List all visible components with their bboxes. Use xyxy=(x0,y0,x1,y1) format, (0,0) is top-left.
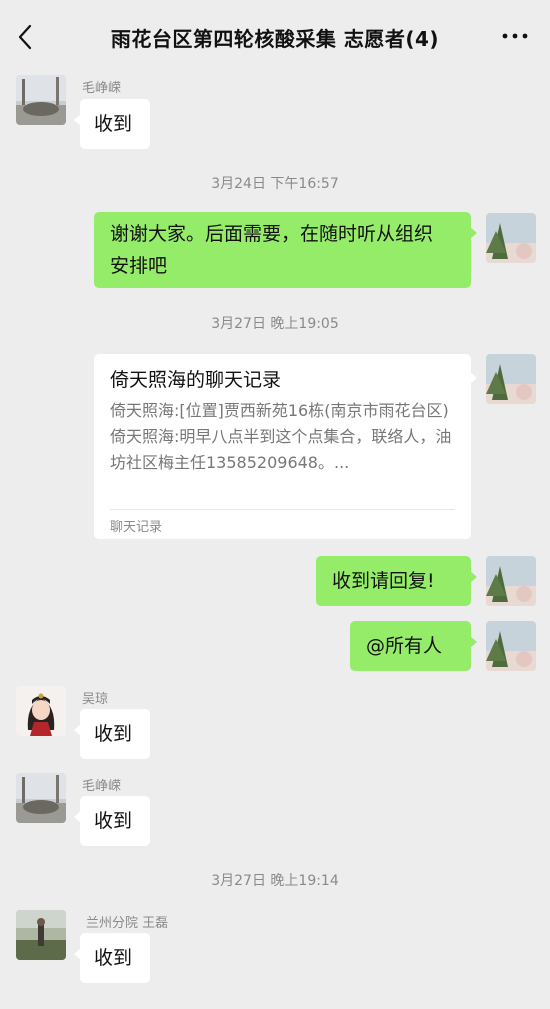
timestamp: 3月27日 晚上19:05 xyxy=(211,316,339,332)
message-text: 收到 xyxy=(94,810,133,832)
card-title: 倚天照海的聊天记录 xyxy=(110,369,282,391)
card-line: 倚天照海:明早八点半到这个点集合，联络人，油坊社区梅主任13585209648。… xyxy=(110,427,452,472)
avatar-mao[interactable] xyxy=(16,773,66,823)
chat-header: 雨花台区第四轮核酸采集 志愿者(4) xyxy=(0,0,550,72)
sender-name: 吴琼 xyxy=(82,692,109,707)
avatar-wanglei[interactable] xyxy=(16,910,66,960)
message-bubble[interactable]: 收到 xyxy=(74,709,150,759)
chevron-left-icon xyxy=(18,24,32,50)
message-text: 收到请回复! xyxy=(332,570,435,592)
avatar-mao[interactable] xyxy=(16,75,66,125)
message-bubble-self[interactable]: 谢谢大家。后面需要，在随时听从组织 安排吧 xyxy=(94,212,477,288)
avatar-self[interactable] xyxy=(486,556,536,606)
card-divider xyxy=(110,509,455,510)
avatar-wuqiong[interactable] xyxy=(16,686,66,736)
timestamp: 3月27日 晚上19:14 xyxy=(211,873,339,889)
sender-name: 毛峥嵘 xyxy=(82,779,122,794)
sender-name: 兰州分院 王磊 xyxy=(86,916,169,931)
chat-title[interactable]: 雨花台区第四轮核酸采集 志愿者(4) xyxy=(60,23,490,52)
sender-name: 毛峥嵘 xyxy=(82,81,122,96)
message-text: 收到 xyxy=(94,947,133,969)
avatar-self[interactable] xyxy=(486,213,536,263)
message-text: 收到 xyxy=(94,113,133,135)
back-button[interactable] xyxy=(12,22,40,52)
card-footer: 聊天记录 xyxy=(110,520,163,535)
card-line: 倚天照海:[位置]贾西新苑16栋(南京市雨花台区) xyxy=(110,401,449,420)
message-text-line: 谢谢大家。后面需要，在随时听从组织 xyxy=(110,223,434,245)
chat-record-card[interactable]: 倚天照海的聊天记录 倚天照海:[位置]贾西新苑16栋(南京市雨花台区) 倚天照海… xyxy=(94,354,477,539)
avatar-self[interactable] xyxy=(486,621,536,671)
message-bubble[interactable]: 收到 xyxy=(74,99,150,149)
message-bubble-self[interactable]: @所有人 xyxy=(350,621,477,671)
message-text-line: 安排吧 xyxy=(110,255,168,277)
message-text: 收到 xyxy=(94,723,133,745)
message-bubble[interactable]: 收到 xyxy=(74,933,150,983)
message-text: @所有人 xyxy=(366,635,443,657)
avatar-self[interactable] xyxy=(486,354,536,404)
more-dots-icon xyxy=(502,33,528,39)
message-bubble-self[interactable]: 收到请回复! xyxy=(316,556,477,606)
more-button[interactable] xyxy=(500,26,530,46)
message-bubble[interactable]: 收到 xyxy=(74,796,150,846)
timestamp: 3月24日 下午16:57 xyxy=(211,176,339,192)
